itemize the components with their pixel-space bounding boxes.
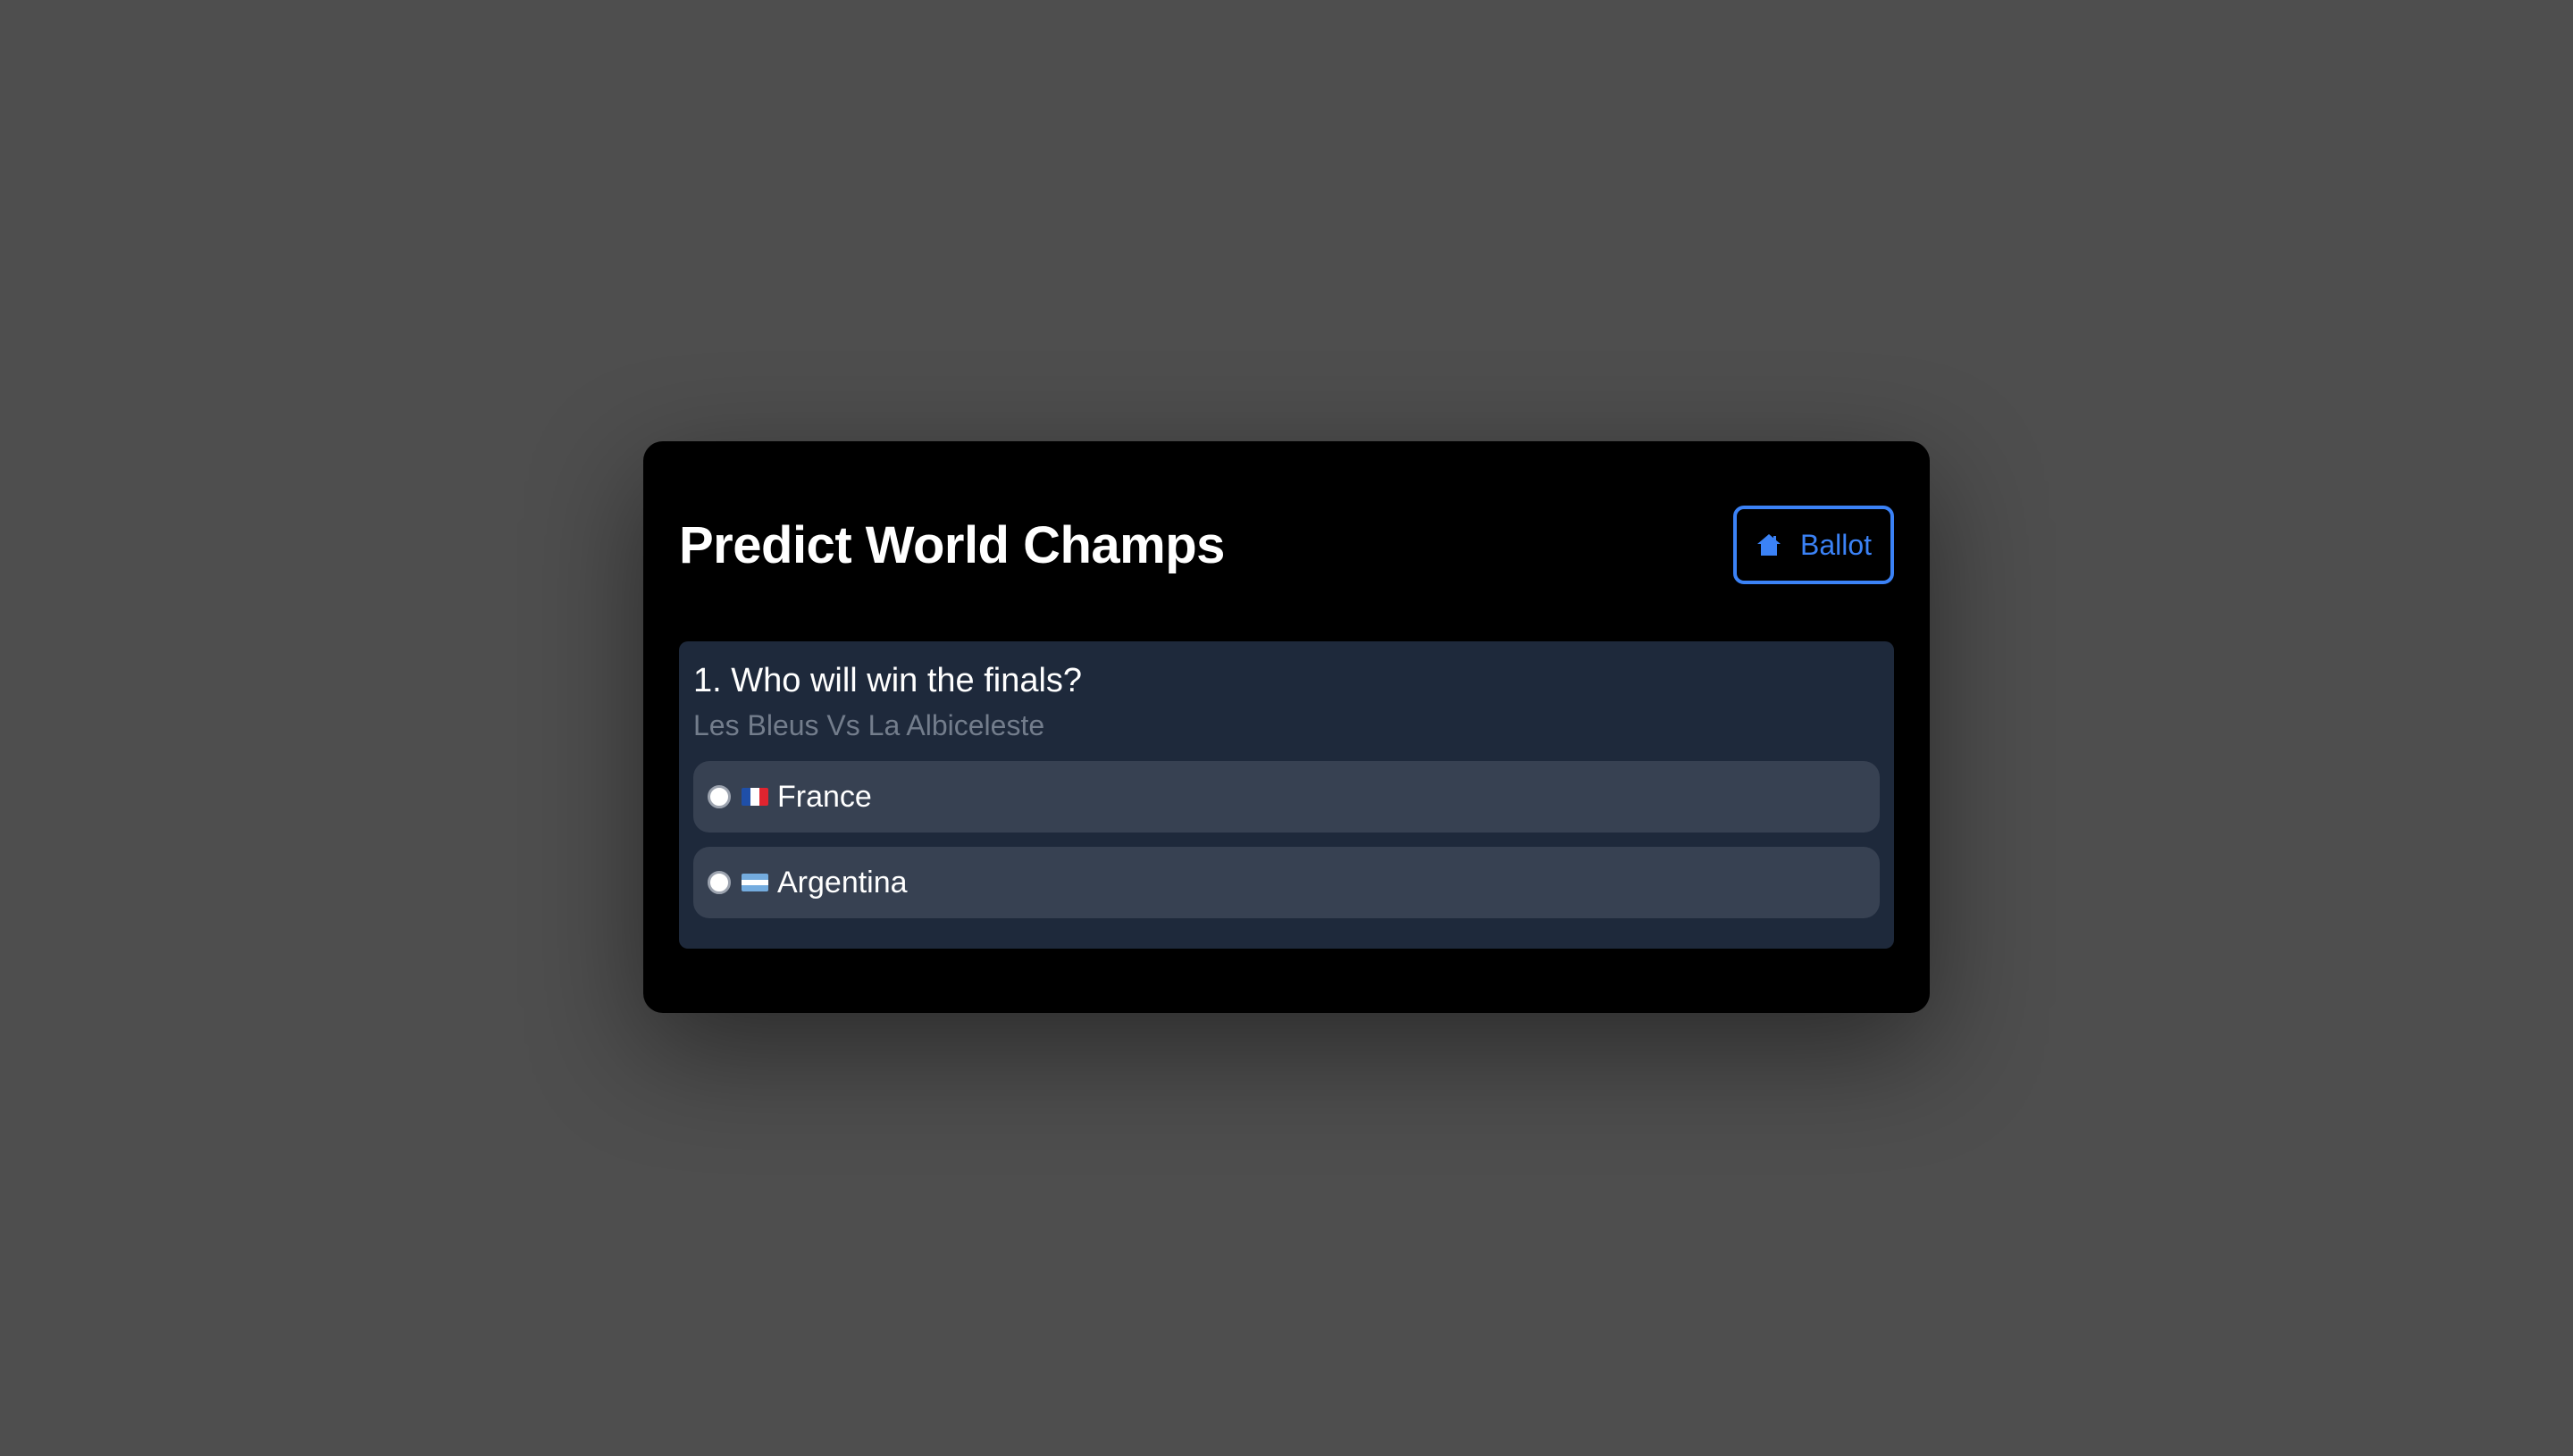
option-label: France	[777, 779, 872, 814]
option-label: Argentina	[777, 865, 908, 900]
page-title: Predict World Champs	[679, 515, 1225, 574]
question-subtitle: Les Bleus Vs La Albiceleste	[693, 709, 1045, 741]
ballot-button[interactable]: Ballot	[1733, 506, 1894, 584]
radio-france[interactable]	[708, 785, 731, 808]
option-france[interactable]: France	[693, 761, 1880, 833]
ballot-button-label: Ballot	[1799, 528, 1873, 561]
radio-argentina[interactable]	[708, 871, 731, 894]
question-card: 1. Who will win the finals? Les Bleus Vs…	[679, 641, 1894, 949]
question-title: 1. Who will win the finals?	[693, 662, 1083, 699]
option-argentina[interactable]: Argentina	[693, 847, 1880, 918]
flag-france-icon	[742, 788, 768, 806]
home-icon	[1756, 532, 1782, 557]
flag-argentina-icon	[742, 874, 768, 891]
prediction-card: Predict World Champs Ballot 1. Who will …	[643, 441, 1930, 1013]
card-header: Predict World Champs Ballot	[679, 506, 1894, 584]
